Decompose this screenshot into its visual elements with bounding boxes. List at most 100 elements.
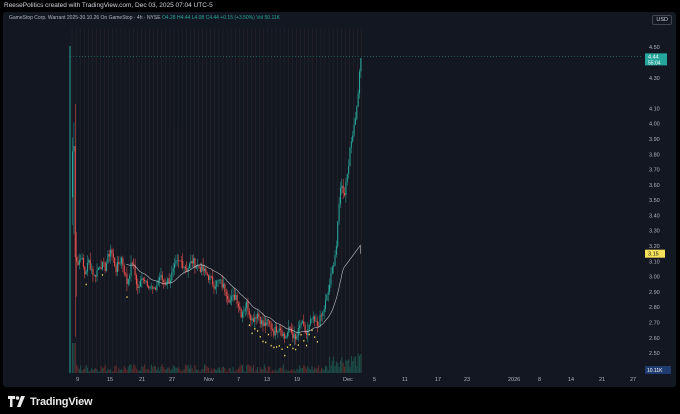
candle-body <box>326 294 328 301</box>
x-tick-label: 8 <box>538 377 541 383</box>
signal-marker <box>308 333 310 336</box>
candle-body <box>73 146 75 152</box>
volume-bar <box>222 366 225 373</box>
volume-bar <box>334 366 336 373</box>
volume-bar <box>179 368 181 373</box>
candle-body <box>206 272 208 276</box>
candle-body <box>88 259 90 263</box>
candle-body <box>111 249 113 254</box>
candle-body <box>357 93 359 107</box>
signal-marker <box>314 336 316 338</box>
candle-body <box>342 185 344 193</box>
volume-bar <box>206 367 208 373</box>
candle-body <box>127 278 129 285</box>
volume-bar <box>301 367 303 373</box>
volume-bar <box>285 369 287 373</box>
x-tick-label: 23 <box>464 377 470 383</box>
volume-bar <box>324 365 327 373</box>
volume-bar <box>182 370 184 373</box>
candle-body <box>259 317 261 324</box>
volume-bar <box>329 356 331 373</box>
volume-bar <box>352 360 354 373</box>
signal-marker <box>292 347 294 350</box>
signal-marker <box>297 344 299 346</box>
volume-bar <box>239 366 241 373</box>
volume-bar <box>255 369 257 373</box>
price-chart[interactable]: 4.504.404.304.104.003.903.803.703.603.50… <box>3 12 676 387</box>
candle-body <box>312 316 314 320</box>
attribution-text: ReesePolitics created with TradingView.c… <box>4 2 213 9</box>
volume-bar <box>140 370 142 373</box>
volume-bar <box>72 343 74 373</box>
candle-body <box>235 295 237 300</box>
candle-body <box>210 275 212 277</box>
attribution-bar: ReesePolitics created with TradingView.c… <box>0 0 680 12</box>
candle-body <box>274 326 276 336</box>
volume-bar <box>360 353 362 373</box>
signal-marker <box>248 324 250 326</box>
volume-bar <box>175 367 177 373</box>
candle-body <box>286 332 288 337</box>
candle-body <box>314 316 316 322</box>
volume-bar <box>165 369 167 373</box>
volume-bar <box>311 365 313 373</box>
volume-bar <box>130 364 132 373</box>
candle-body <box>104 262 106 271</box>
volume-bar <box>210 368 212 373</box>
candle-body <box>233 294 235 300</box>
candle-body <box>337 221 339 247</box>
candle-body <box>184 266 186 269</box>
volume-bar <box>236 369 238 373</box>
candle-body <box>228 298 230 303</box>
volume-bar <box>116 371 118 373</box>
volume-bar <box>141 366 143 373</box>
volume-bar <box>323 370 325 373</box>
candle-body <box>86 262 89 272</box>
volume-bar <box>235 371 237 373</box>
candle-body <box>267 319 269 321</box>
candle-body <box>160 275 162 278</box>
volume-value: Vol 50.11K <box>256 15 281 21</box>
volume-bar <box>134 365 136 373</box>
volume-bar <box>103 367 105 373</box>
candle-body <box>236 295 238 304</box>
candle-body <box>140 280 142 287</box>
candle-body <box>182 260 184 268</box>
volume-bar <box>160 366 162 373</box>
candle-body <box>84 266 86 275</box>
volume-bar <box>231 371 233 373</box>
candle-body <box>131 262 133 264</box>
candle-body <box>122 257 124 266</box>
volume-bar <box>333 356 335 373</box>
candle-body <box>341 185 343 189</box>
candle-body <box>130 262 132 276</box>
volume-bar <box>310 369 312 373</box>
candle-body <box>202 264 204 271</box>
volume-bar <box>295 371 297 373</box>
volume-bar <box>304 366 306 373</box>
signal-marker <box>303 340 305 342</box>
volume-bar <box>315 368 317 373</box>
chart-area[interactable]: 4.504.404.304.104.003.903.803.703.603.50… <box>3 12 676 387</box>
tradingview-logo[interactable]: TradingView <box>8 396 93 408</box>
candle-body <box>278 328 280 332</box>
volume-bar <box>357 353 359 373</box>
volume-bar <box>338 366 340 373</box>
candle-body <box>251 318 253 321</box>
volume-bar <box>312 369 314 373</box>
volume-bar <box>101 368 104 373</box>
candle-body <box>269 320 271 324</box>
candle-body <box>266 319 268 326</box>
currency-button[interactable]: USD <box>652 15 672 25</box>
volume-bar <box>224 368 226 373</box>
volume-bar <box>266 370 268 373</box>
candle-body <box>224 283 226 292</box>
candle-body <box>175 260 177 264</box>
x-tick-label: 9 <box>76 377 79 383</box>
y-tick-label: 4.00 <box>649 122 660 128</box>
candle-body <box>276 326 278 333</box>
candle-body <box>225 291 227 297</box>
candle-body <box>308 324 310 330</box>
volume-bar <box>261 369 263 373</box>
volume-bar <box>176 367 178 373</box>
